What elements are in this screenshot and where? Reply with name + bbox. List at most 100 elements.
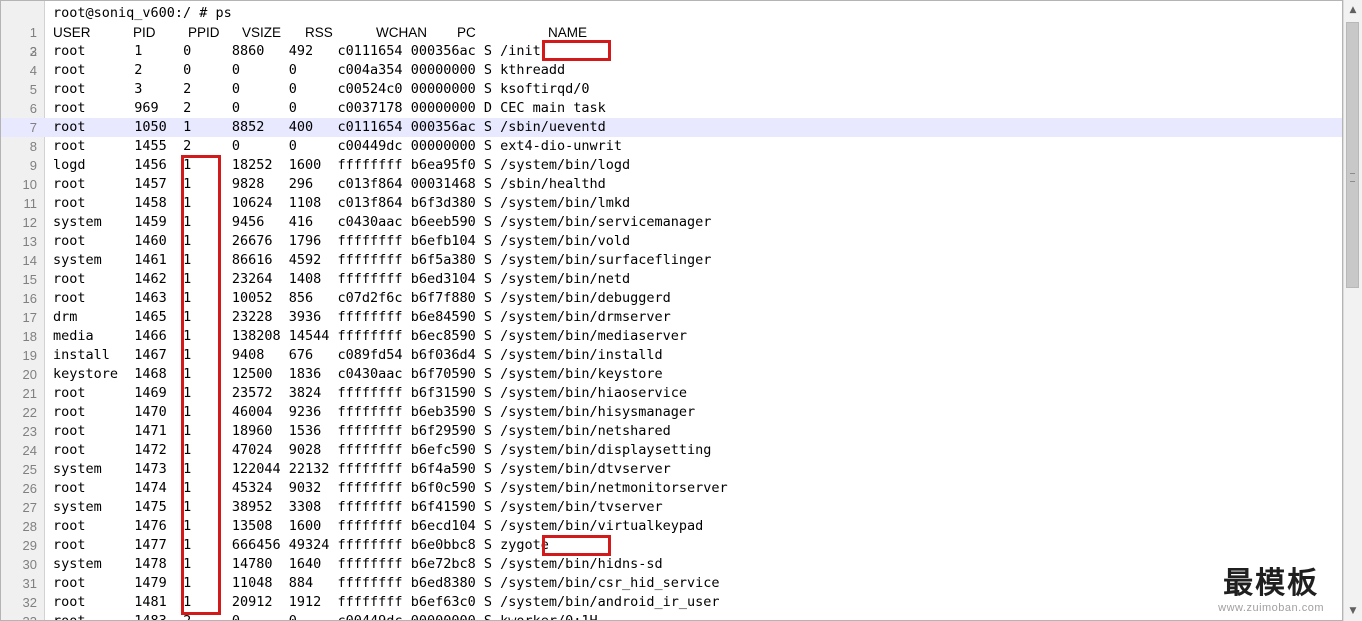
cell-pc: b6f0c590	[410, 480, 484, 496]
process-row-text: root 1 0 8860 492 c0111654 000356ac S /i…	[53, 42, 541, 61]
editor-line[interactable]: 10 root 1457 1 9828 296 c013f864 00031468…	[1, 175, 1342, 194]
cell-pid: 1479	[134, 575, 184, 591]
cell-vsize: 26676	[231, 233, 289, 249]
cell-state: S	[483, 385, 501, 401]
cell-pid: 969	[134, 100, 184, 116]
scrollbar-thumb[interactable]	[1346, 22, 1359, 288]
editor-line[interactable]: 5 root 3 2 0 0 c00524c0 00000000 S ksofti…	[1, 80, 1342, 99]
cell-name: ext4-dio-unwrit	[500, 138, 623, 154]
cell-user: root	[53, 81, 135, 97]
cell-state: S	[483, 214, 501, 230]
editor-line[interactable]: 18 media 1466 1 138208 14544 ffffffff b6e…	[1, 327, 1342, 346]
cell-pid: 1483	[134, 613, 184, 621]
editor-line[interactable]: 30 system 1478 1 14780 1640 ffffffff b6e7…	[1, 555, 1342, 574]
editor-line[interactable]: 1 root@soniq_v600:/ # ps	[1, 4, 1342, 40]
cell-ppid: 1	[183, 499, 232, 515]
editor-line[interactable]: 27 system 1475 1 38952 3308 ffffffff b6f4…	[1, 498, 1342, 517]
editor-line[interactable]: 15 root 1462 1 23264 1408 ffffffff b6ed31…	[1, 270, 1342, 289]
editor-line[interactable]: 26 root 1474 1 45324 9032 ffffffff b6f0c5…	[1, 479, 1342, 498]
editor-line[interactable]: 6 root 969 2 0 0 c0037178 00000000 D CEC …	[1, 99, 1342, 118]
cell-pc: 00000000	[410, 613, 484, 621]
editor-line[interactable]: 32 root 1481 1 20912 1912 ffffffff b6ef63…	[1, 593, 1342, 612]
editor-line[interactable]: 23 root 1471 1 18960 1536 ffffffff b6f295…	[1, 422, 1342, 441]
cell-pid: 1460	[134, 233, 184, 249]
vertical-scrollbar[interactable]: ▲ ▼	[1343, 0, 1362, 621]
cell-pc: b6ed3104	[410, 271, 484, 287]
cell-wchan: c0430aac	[337, 366, 411, 382]
cell-rss: 3936	[288, 309, 338, 325]
cell-user: media	[53, 328, 135, 344]
cell-pc: b6f4a590	[410, 461, 484, 477]
cell-user: root	[53, 271, 135, 287]
editor-line[interactable]: 21 root 1469 1 23572 3824 ffffffff b6f315…	[1, 384, 1342, 403]
cell-user: root	[53, 233, 135, 249]
editor-line[interactable]: 3 root 1 0 8860 492 c0111654 000356ac S /…	[1, 42, 1342, 61]
cell-rss: 0	[288, 613, 338, 621]
cell-pid: 1467	[134, 347, 184, 363]
cell-pid: 1471	[134, 423, 184, 439]
editor-line[interactable]: 16 root 1463 1 10052 856 c07d2f6c b6f7f88…	[1, 289, 1342, 308]
editor-line[interactable]: 4 root 2 0 0 0 c004a354 00000000 S kthrea…	[1, 61, 1342, 80]
editor-line[interactable]: 7 root 1050 1 8852 400 c0111654 000356ac …	[1, 118, 1342, 137]
cell-vsize: 23264	[231, 271, 289, 287]
cell-user: logd	[53, 157, 135, 173]
cell-pid: 1468	[134, 366, 184, 382]
editor-line[interactable]: 17 drm 1465 1 23228 3936 ffffffff b6e8459…	[1, 308, 1342, 327]
cell-name: /sbin/ueventd	[500, 119, 606, 135]
editor-line[interactable]: 29 root 1477 1 666456 49324 ffffffff b6e0…	[1, 536, 1342, 555]
editor-line[interactable]: 25 system 1473 1 122044 22132 ffffffff b6…	[1, 460, 1342, 479]
cell-name: /system/bin/netmonitorserver	[500, 480, 728, 496]
cell-rss: 4592	[288, 252, 338, 268]
line-number: 25	[22, 462, 37, 477]
editor-line[interactable]: 9 logd 1456 1 18252 1600 ffffffff b6ea95f…	[1, 156, 1342, 175]
cell-pc: 00031468	[410, 176, 484, 192]
editor-line[interactable]: 20 keystore 1468 1 12500 1836 c0430aac b6…	[1, 365, 1342, 384]
cell-pid: 1461	[134, 252, 184, 268]
cell-vsize: 0	[231, 81, 289, 97]
scroll-up-arrow-icon[interactable]: ▲	[1346, 3, 1360, 17]
cell-state: S	[483, 499, 501, 515]
cell-pc: b6e0bbc8	[410, 537, 484, 553]
process-row-text: root 1455 2 0 0 c00449dc 00000000 S ext4…	[53, 137, 622, 156]
cell-pc: b6eb3590	[410, 404, 484, 420]
cell-user: root	[53, 518, 135, 534]
cell-wchan: ffffffff	[337, 385, 411, 401]
editor-line[interactable]: 19 install 1467 1 9408 676 c089fd54 b6f03…	[1, 346, 1342, 365]
editor-line[interactable]: 11 root 1458 1 10624 1108 c013f864 b6f3d3…	[1, 194, 1342, 213]
cell-name: /system/bin/keystore	[500, 366, 663, 382]
cell-wchan: ffffffff	[337, 499, 411, 515]
editor-line[interactable]: 13 root 1460 1 26676 1796 ffffffff b6efb1…	[1, 232, 1342, 251]
cell-rss: 296	[288, 176, 338, 192]
editor-line[interactable]: 12 system 1459 1 9456 416 c0430aac b6eeb5…	[1, 213, 1342, 232]
process-row-text: root 3 2 0 0 c00524c0 00000000 S ksoftir…	[53, 80, 590, 99]
editor-line[interactable]: 31 root 1479 1 11048 884 ffffffff b6ed838…	[1, 574, 1342, 593]
editor-line[interactable]: 14 system 1461 1 86616 4592 ffffffff b6f5…	[1, 251, 1342, 270]
cell-pid: 1459	[134, 214, 184, 230]
editor-lines[interactable]: 1 root@soniq_v600:/ # ps 2 USER PID PPID…	[1, 4, 1342, 621]
editor-line[interactable]: 33 root 1483 2 0 0 c00449dc 00000000 S kw…	[1, 612, 1342, 621]
editor-line[interactable]: 2 USER PID PPID VSIZE RSS WCHAN PC NAME	[1, 23, 1342, 59]
cell-name: ksoftirqd/0	[500, 81, 590, 97]
text-editor[interactable]: 1 root@soniq_v600:/ # ps 2 USER PID PPID…	[0, 0, 1343, 621]
cell-ppid: 2	[183, 138, 232, 154]
cell-ppid: 1	[183, 518, 232, 534]
editor-line[interactable]: 8 root 1455 2 0 0 c00449dc 00000000 S ext…	[1, 137, 1342, 156]
line-number: 13	[22, 234, 37, 249]
cell-pid: 1456	[134, 157, 184, 173]
editor-line[interactable]: 28 root 1476 1 13508 1600 ffffffff b6ecd1…	[1, 517, 1342, 536]
line-number: 22	[22, 405, 37, 420]
editor-line[interactable]: 22 root 1470 1 46004 9236 ffffffff b6eb35…	[1, 403, 1342, 422]
cell-user: root	[53, 613, 135, 621]
grip-icon	[1350, 173, 1355, 182]
cell-state: S	[483, 575, 501, 591]
editor-line[interactable]: 24 root 1472 1 47024 9028 ffffffff b6efc5…	[1, 441, 1342, 460]
cell-name: /system/bin/dtvserver	[500, 461, 671, 477]
cell-rss: 400	[288, 119, 338, 135]
process-row-text: system 1478 1 14780 1640 ffffffff b6e72b…	[53, 555, 663, 574]
process-row-text: logd 1456 1 18252 1600 ffffffff b6ea95f0…	[53, 156, 630, 175]
cell-state: S	[483, 81, 501, 97]
scroll-down-arrow-icon[interactable]: ▼	[1346, 604, 1360, 618]
line-number: 10	[22, 177, 37, 192]
cell-vsize: 23228	[231, 309, 289, 325]
cell-ppid: 1	[183, 480, 232, 496]
